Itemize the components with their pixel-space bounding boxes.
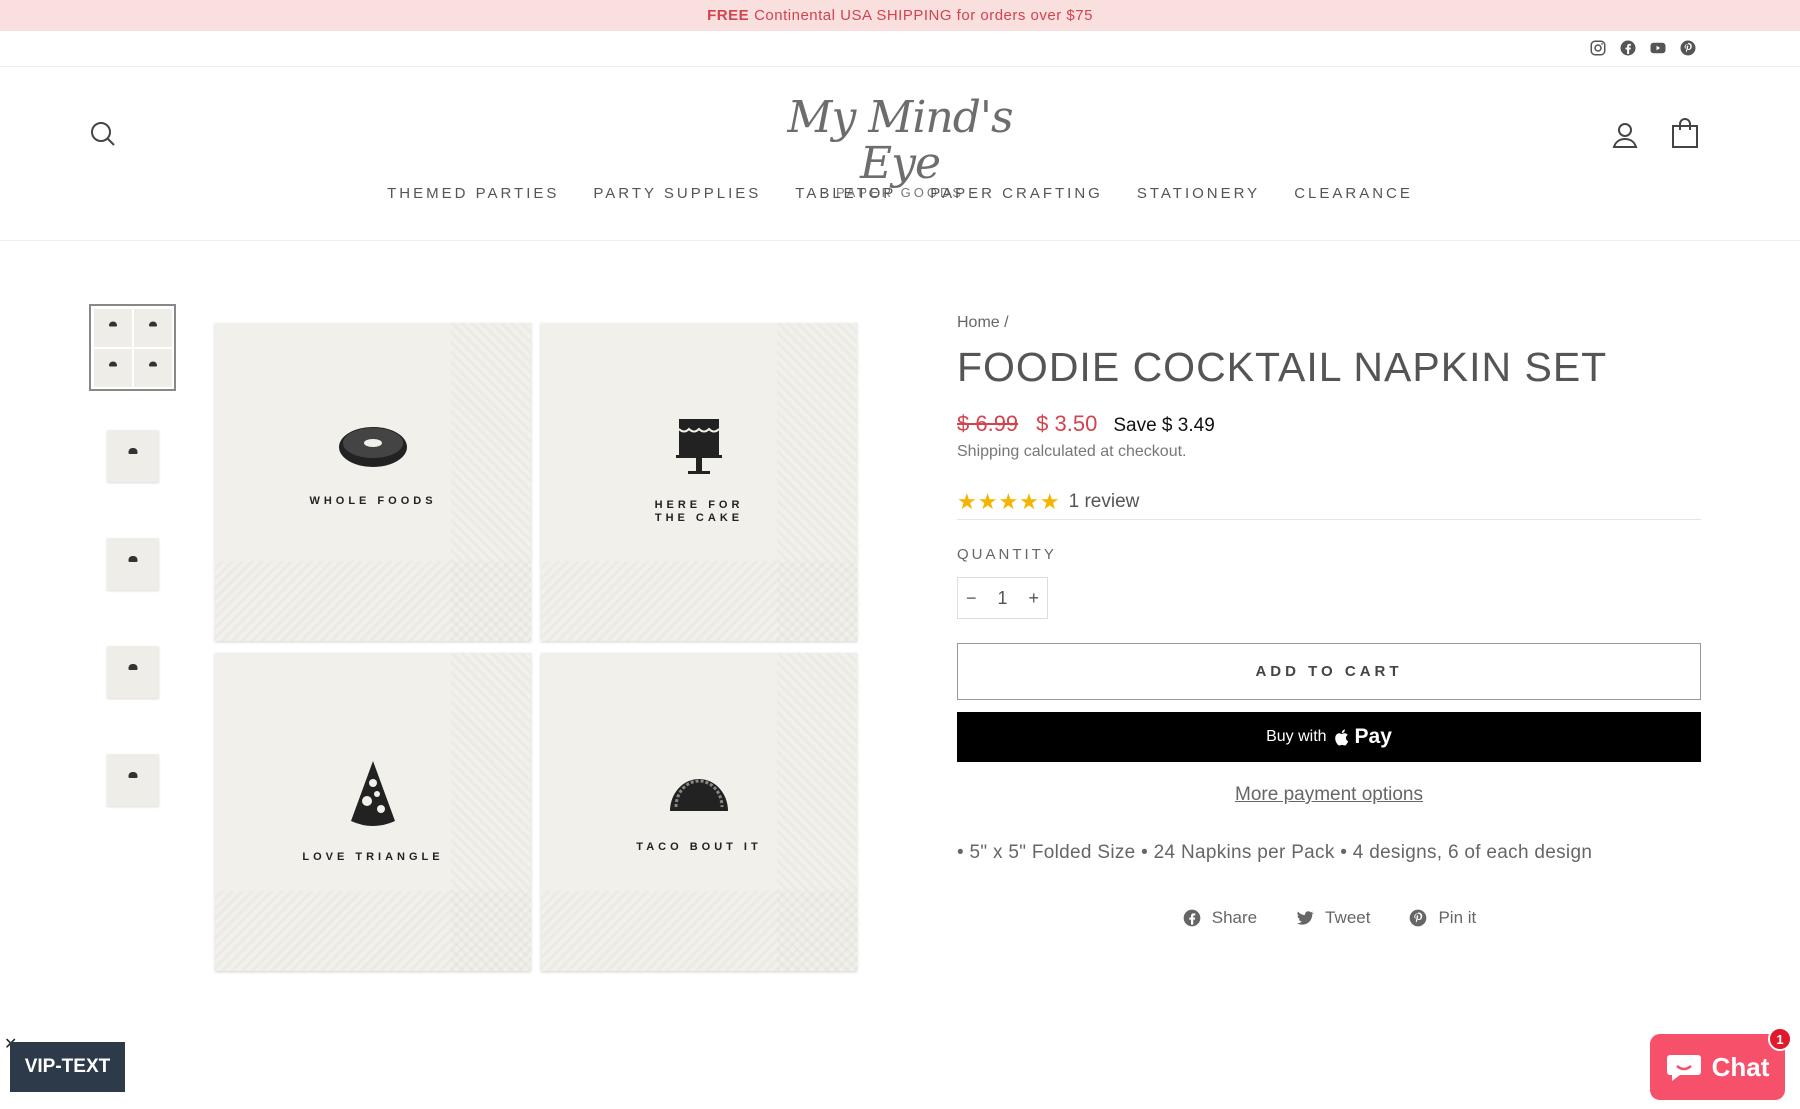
napkin-text-here-for: HERE FOR [654,499,744,511]
add-to-cart-button[interactable]: ADD TO CART [957,643,1701,700]
donut-icon [339,427,407,467]
shipping-link[interactable]: Shipping [957,443,1019,460]
shipping-note: Shipping calculated at checkout. [957,443,1701,461]
thumbnail-image [106,645,159,698]
share-facebook-label: Share [1211,908,1258,927]
nav-item-party-supplies[interactable]: PARTY SUPPLIES [593,185,761,202]
nav-item-themed-parties[interactable]: THEMED PARTIES [387,185,559,202]
thumbnail-5[interactable] [89,736,176,823]
nav-item-clearance[interactable]: CLEARANCE [1294,185,1413,202]
thumbnail-4[interactable] [89,628,176,715]
breadcrumb-home[interactable]: Home [957,314,1000,331]
chat-notification-badge: 1 [1768,1027,1792,1051]
main-nav: THEMED PARTIES PARTY SUPPLIES TABLETOP P… [0,185,1800,202]
buy-with-label: Buy with [1266,728,1327,745]
nav-item-tabletop[interactable]: TABLETOP [795,185,896,202]
facebook-icon [1183,909,1201,927]
quantity-stepper: − + [957,577,1048,619]
sale-price: $ 3.50 [1036,411,1098,436]
mini-napkin [93,308,132,347]
cart-icon[interactable] [1670,117,1700,149]
share-row: Share Tweet Pin it [957,908,1701,928]
thumbnail-image [106,537,159,590]
vip-text-button[interactable]: VIP-TEXT [10,1042,125,1092]
compare-price: $ 6.99 [957,411,1019,436]
cake-icon [676,419,722,474]
quantity-input[interactable] [992,587,1013,609]
quantity-plus-button[interactable]: + [1028,588,1039,609]
share-facebook[interactable]: Share [1182,908,1257,928]
chat-button[interactable]: Chat [1650,1034,1785,1100]
napkin-taco-bout-it: TACO BOUT IT [541,653,857,971]
announcement-text: Continental USA SHIPPING for orders over… [754,7,1093,24]
shipping-note-text: calculated at checkout. [1019,443,1187,460]
pizza-icon [351,761,395,826]
apple-icon [1334,729,1348,745]
napkin-text-love-triangle: LOVE TRIANGLE [302,851,444,863]
breadcrumb: Home / [957,314,1701,332]
more-payment-options: More payment options [957,784,1701,806]
youtube-icon[interactable] [1649,39,1667,57]
thumbnail-image [106,753,159,806]
site-header: My Mind's Eye · PAPER GOODS · THEMED PAR… [0,67,1800,241]
star-rating[interactable]: ★★★★★ [957,489,1061,515]
chat-label: Chat [1711,1051,1770,1082]
napkin-love-triangle: LOVE TRIANGLE [215,653,531,971]
mini-napkin [133,348,172,387]
share-pinterest[interactable]: Pin it [1408,908,1476,928]
logo[interactable]: My Mind's Eye · PAPER GOODS · [770,95,1030,201]
thumbnail-3[interactable] [89,520,176,607]
announcement-bold: FREE [707,7,750,24]
taco-icon [670,779,728,811]
rating-row: ★★★★★ 1 review [957,489,1701,520]
thumbnail-image [106,429,159,482]
social-links [1589,39,1697,57]
napkin-text-taco-bout-it: TACO BOUT IT [636,841,762,853]
chat-bubble-icon [1666,1055,1701,1081]
announcement-bar: FREE Continental USA SHIPPING for orders… [0,0,1800,31]
buy-with-apple-pay-button[interactable]: Buy with Pay [957,712,1701,762]
logo-script: My Mind's Eye [787,92,1013,189]
thumbnail-2[interactable] [89,412,176,499]
quantity-minus-button[interactable]: − [966,588,977,609]
nav-item-stationery[interactable]: STATIONERY [1137,185,1260,202]
pinterest-icon[interactable] [1679,39,1697,57]
more-payment-options-link[interactable]: More payment options [1235,784,1423,805]
breadcrumb-separator: / [1004,314,1009,331]
thumbnail-1[interactable] [89,304,176,391]
napkin-text-whole-foods: WHOLE FOODS [309,495,437,507]
review-count[interactable]: 1 review [1069,491,1140,513]
product-description: • 5" x 5" Folded Size • 24 Napkins per P… [957,842,1593,863]
share-pinterest-label: Pin it [1438,908,1477,927]
price-row: $ 6.99 $ 3.50 Save $ 3.49 [957,411,1701,437]
napkin-whole-foods: WHOLE FOODS [215,323,531,641]
napkin-text-the-cake: THE CAKE [654,512,744,524]
thumbnail-list [89,304,176,844]
mini-napkin [93,348,132,387]
share-twitter-label: Tweet [1325,908,1371,927]
savings-text: Save $ 3.49 [1113,415,1215,436]
product-main-image[interactable]: WHOLE FOODS HERE FOR THE CAKE LOVE TRIAN… [215,323,857,971]
utility-bar [0,31,1800,67]
pinterest-icon [1410,909,1427,927]
account-icon[interactable] [1610,120,1640,150]
mini-napkin [133,308,172,347]
search-icon[interactable] [88,119,118,149]
instagram-icon[interactable] [1589,39,1607,57]
pay-label: Pay [1354,725,1392,748]
share-twitter[interactable]: Tweet [1295,908,1370,928]
thumbnail-image [93,308,172,387]
nav-item-paper-crafting[interactable]: PAPER CRAFTING [930,185,1103,202]
facebook-icon[interactable] [1619,39,1637,57]
product-info: Home / FOODIE COCKTAIL NAPKIN SET $ 6.99… [957,314,1701,928]
quantity-label: QUANTITY [957,546,1057,563]
napkin-here-for-the-cake: HERE FOR THE CAKE [541,323,857,641]
twitter-icon [1297,911,1315,925]
product-title: FOODIE COCKTAIL NAPKIN SET [957,344,1608,390]
